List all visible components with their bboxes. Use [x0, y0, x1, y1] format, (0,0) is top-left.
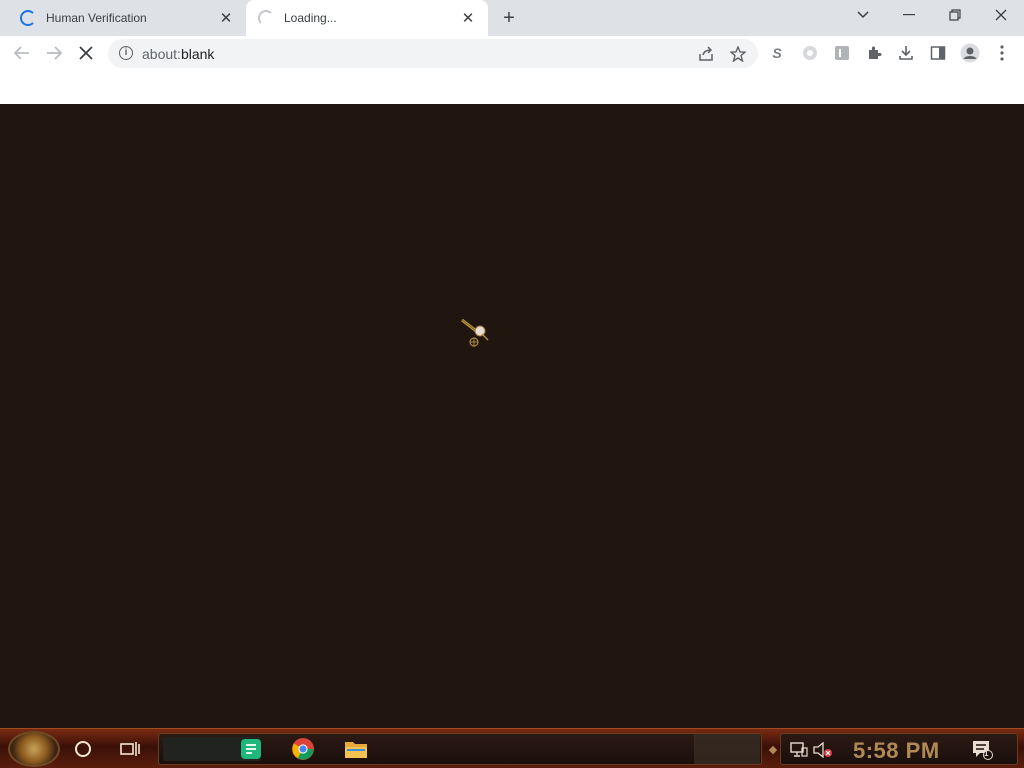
loading-spinner-icon [20, 10, 36, 26]
s-extension-icon[interactable]: S [767, 43, 787, 63]
tab-title: Human Verification [46, 11, 147, 25]
browser-toolbar: i about:blank S [0, 36, 1024, 70]
close-tab-icon[interactable]: ✕ [214, 6, 238, 30]
menu-kebab-icon[interactable] [992, 43, 1012, 63]
forward-button[interactable] [40, 39, 68, 67]
page-top-blank [0, 70, 1024, 104]
tab-human-verification[interactable]: Human Verification ✕ [8, 0, 246, 36]
bookmark-star-icon[interactable] [726, 42, 750, 66]
download-icon[interactable] [896, 43, 916, 63]
loading-spinner-icon [258, 10, 274, 26]
tab-loading[interactable]: Loading... ✕ [246, 0, 488, 36]
close-window-button[interactable] [978, 0, 1024, 30]
url-path: blank [180, 46, 215, 62]
taskbar-apps-panel [158, 733, 762, 765]
taskbar: ◆ 5:58 PM 1 [0, 728, 1024, 768]
taskbar-clock[interactable]: 5:58 PM [853, 738, 940, 764]
close-tab-icon[interactable]: ✕ [456, 6, 480, 30]
task-view-icon[interactable] [118, 737, 142, 761]
steampunk-cursor-icon [461, 318, 489, 347]
new-tab-button[interactable]: + [496, 5, 522, 31]
chrome-icon[interactable] [291, 737, 315, 761]
extensions-puzzle-icon[interactable] [864, 43, 884, 63]
square-extension-icon[interactable] [832, 43, 852, 63]
system-tray: 5:58 PM 1 [780, 733, 1018, 765]
circle-extension-icon[interactable] [800, 43, 820, 63]
tab-strip: Human Verification ✕ Loading... ✕ + [0, 0, 1024, 36]
back-button[interactable] [8, 39, 36, 67]
site-info-icon[interactable]: i [119, 46, 133, 60]
tab-search-chevron-icon[interactable] [840, 0, 886, 30]
profile-avatar-icon[interactable] [960, 43, 980, 63]
notification-center-icon[interactable]: 1 [971, 738, 995, 762]
minimize-button[interactable] [886, 0, 932, 30]
network-icon[interactable] [787, 738, 811, 762]
restore-button[interactable] [932, 0, 978, 30]
address-url[interactable]: about:blank [142, 46, 214, 62]
share-icon[interactable] [694, 42, 718, 66]
taskbar-decor-gear [694, 734, 760, 764]
start-button[interactable] [8, 731, 60, 767]
address-bar[interactable]: i about:blank [108, 39, 758, 68]
search-circle-icon[interactable] [71, 737, 95, 761]
url-scheme: about: [142, 46, 181, 62]
file-explorer-icon[interactable] [344, 737, 368, 761]
tab-title: Loading... [284, 11, 337, 25]
notification-count: 1 [984, 749, 989, 758]
side-panel-icon[interactable] [928, 43, 948, 63]
tray-overflow-icon[interactable]: ◆ [766, 737, 780, 761]
notes-app-icon[interactable] [239, 737, 263, 761]
stop-loading-button[interactable] [72, 39, 100, 67]
page-content [0, 104, 1024, 728]
screen: Human Verification ✕ Loading... ✕ + i ab… [0, 0, 1024, 768]
volume-muted-icon[interactable] [811, 738, 835, 762]
